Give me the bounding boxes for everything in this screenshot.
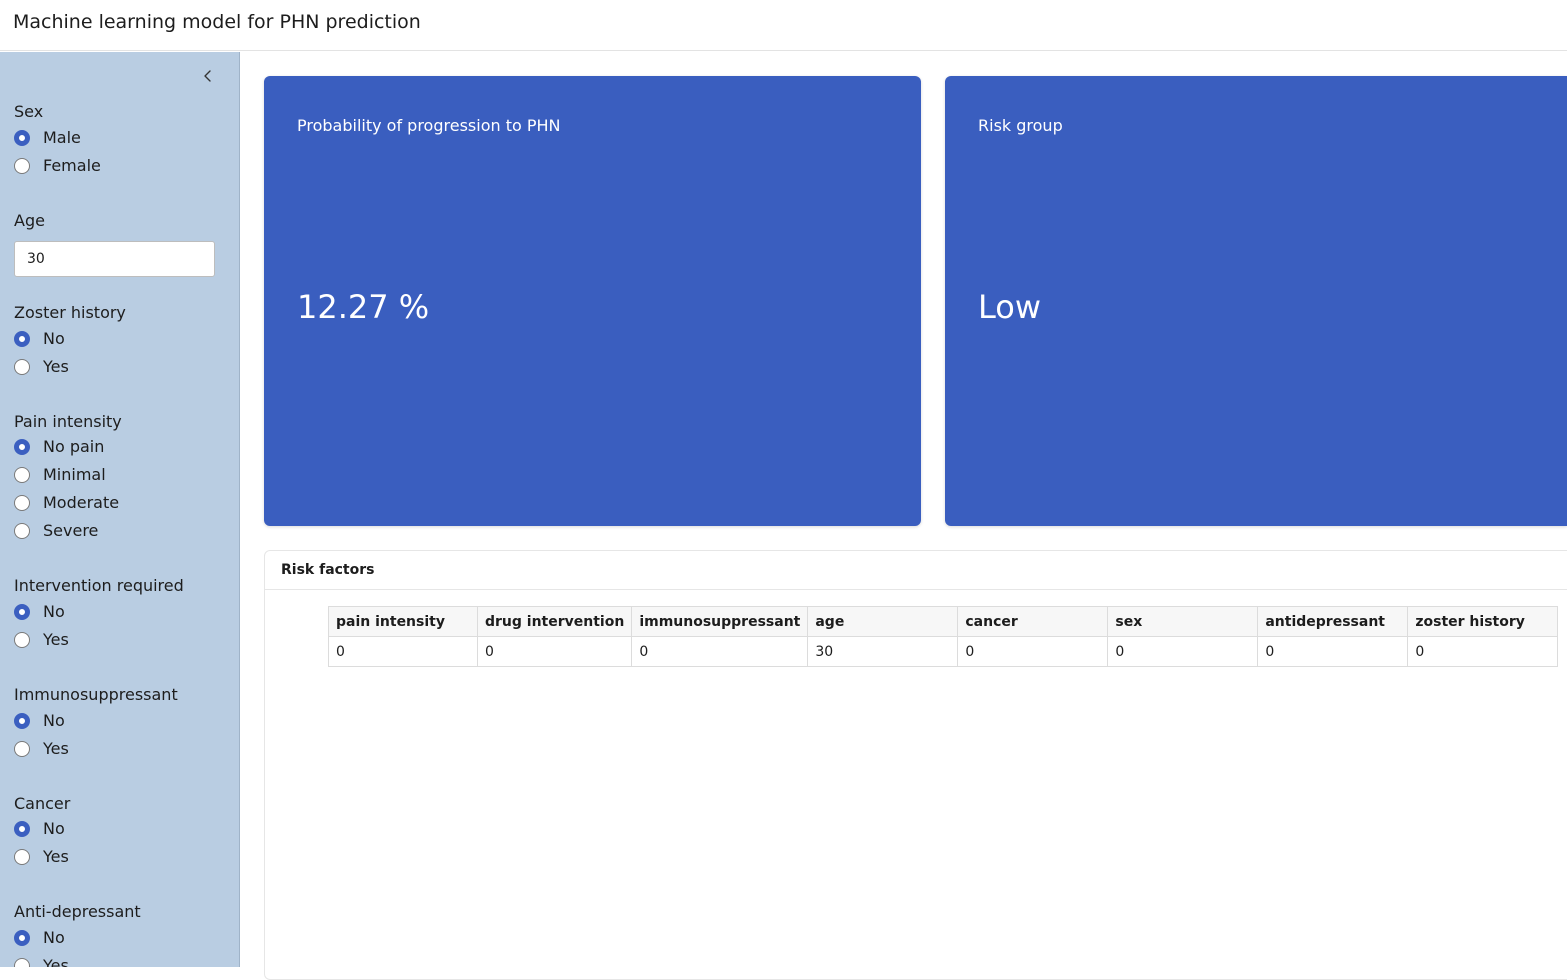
radio-button-checked[interactable]	[14, 439, 30, 455]
immunosuppressant-field: Immunosuppressant No Yes	[14, 685, 224, 764]
radio-label: No	[43, 329, 65, 348]
intervention-required-label: Intervention required	[14, 576, 184, 595]
zoster-history-option-yes[interactable]: Yes	[14, 354, 224, 382]
radio-label: Yes	[43, 847, 69, 866]
probability-value-box: Probability of progression to PHN 12.27 …	[264, 76, 921, 526]
radio-button[interactable]	[14, 958, 30, 967]
column-header: sex	[1107, 606, 1259, 637]
radio-button[interactable]	[14, 523, 30, 539]
pain-intensity-label: Pain intensity	[14, 412, 122, 431]
radio-label: Severe	[43, 521, 99, 540]
age-label: Age	[14, 211, 45, 230]
radio-button-checked[interactable]	[14, 713, 30, 729]
page-title: Machine learning model for PHN predictio…	[13, 11, 421, 33]
radio-label: No	[43, 928, 65, 947]
radio-button[interactable]	[14, 158, 30, 174]
risk-group-value: Low	[978, 288, 1042, 326]
column-header: drug intervention	[476, 606, 633, 637]
radio-button[interactable]	[14, 741, 30, 757]
anti-depressant-field: Anti-depressant No Yes	[14, 902, 224, 967]
column-header: age	[807, 606, 959, 637]
radio-button-checked[interactable]	[14, 930, 30, 946]
radio-button-checked[interactable]	[14, 604, 30, 620]
sex-option-male[interactable]: Male	[14, 125, 224, 153]
table-row: 0 0 0 30 0 0 0 0	[328, 636, 1559, 667]
anti-depressant-option-yes[interactable]: Yes	[14, 953, 224, 967]
value-box-title: Risk group	[978, 116, 1063, 135]
zoster-history-field: Zoster history No Yes	[14, 303, 224, 382]
table-cell: 0	[476, 636, 633, 667]
radio-label: Yes	[43, 630, 69, 649]
immunosuppressant-option-no[interactable]: No	[14, 708, 224, 736]
anti-depressant-label: Anti-depressant	[14, 902, 141, 921]
column-header: zoster history	[1407, 606, 1559, 637]
radio-label: Minimal	[43, 465, 106, 484]
risk-factors-table: pain intensity drug intervention immunos…	[328, 606, 1559, 667]
radio-button[interactable]	[14, 849, 30, 865]
radio-button[interactable]	[14, 632, 30, 648]
cancer-option-yes[interactable]: Yes	[14, 844, 224, 872]
risk-group-value-box: Risk group Low	[945, 76, 1567, 526]
cancer-field: Cancer No Yes	[14, 794, 224, 872]
intervention-required-option-yes[interactable]: Yes	[14, 627, 224, 655]
sex-field: Sex Male Female	[14, 102, 224, 181]
table-cell: 0	[1257, 636, 1409, 667]
table-cell: 0	[957, 636, 1109, 667]
sex-label: Sex	[14, 102, 44, 121]
zoster-history-label: Zoster history	[14, 303, 126, 322]
table-cell: 0	[1107, 636, 1259, 667]
radio-button[interactable]	[14, 495, 30, 511]
age-field: Age	[14, 211, 224, 277]
table-cell: 0	[328, 636, 478, 667]
radio-label: No	[43, 602, 65, 621]
cancer-label: Cancer	[14, 794, 71, 813]
column-header: pain intensity	[328, 606, 478, 637]
radio-label: Yes	[43, 357, 69, 376]
column-header: cancer	[957, 606, 1109, 637]
cancer-option-no[interactable]: No	[14, 816, 224, 844]
value-box-title: Probability of progression to PHN	[297, 116, 561, 135]
sidebar: Sex Male Female Age Zoster history No	[0, 52, 240, 967]
intervention-required-field: Intervention required No Yes	[14, 576, 224, 655]
immunosuppressant-option-yes[interactable]: Yes	[14, 736, 224, 764]
sidebar-collapse-button[interactable]	[198, 66, 218, 86]
card-title: Risk factors	[281, 562, 375, 578]
radio-button-checked[interactable]	[14, 331, 30, 347]
app-header: Machine learning model for PHN predictio…	[0, 0, 1567, 51]
radio-label: Yes	[43, 739, 69, 758]
pain-intensity-option-severe[interactable]: Severe	[14, 518, 224, 546]
radio-label: Female	[43, 156, 101, 175]
table-cell: 30	[807, 636, 959, 667]
table-cell: 0	[631, 636, 809, 667]
column-header: antidepressant	[1257, 606, 1409, 637]
radio-button-checked[interactable]	[14, 130, 30, 146]
pain-intensity-option-no-pain[interactable]: No pain	[14, 434, 224, 462]
age-input[interactable]	[14, 241, 215, 277]
radio-label: No	[43, 819, 65, 838]
radio-label: No pain	[43, 437, 105, 456]
radio-label: Moderate	[43, 493, 120, 512]
chevron-left-icon	[204, 70, 211, 82]
table-header-row: pain intensity drug intervention immunos…	[328, 606, 1559, 637]
intervention-required-option-no[interactable]: No	[14, 599, 224, 627]
pain-intensity-option-minimal[interactable]: Minimal	[14, 462, 224, 490]
radio-button[interactable]	[14, 467, 30, 483]
probability-value: 12.27 %	[297, 288, 430, 326]
pain-intensity-field: Pain intensity No pain Minimal Moderate …	[14, 412, 224, 546]
column-header: immunosuppressant	[631, 606, 809, 637]
card-header: Risk factors	[265, 551, 1567, 590]
radio-label: Male	[43, 128, 81, 147]
radio-label: No	[43, 711, 65, 730]
risk-factors-card: Risk factors pain intensity drug interve…	[264, 550, 1567, 980]
zoster-history-option-no[interactable]: No	[14, 326, 224, 354]
immunosuppressant-label: Immunosuppressant	[14, 685, 178, 704]
radio-button-checked[interactable]	[14, 821, 30, 837]
sex-option-female[interactable]: Female	[14, 153, 224, 181]
radio-button[interactable]	[14, 359, 30, 375]
anti-depressant-option-no[interactable]: No	[14, 925, 224, 953]
radio-label: Yes	[43, 956, 69, 967]
table-cell: 0	[1407, 636, 1559, 667]
pain-intensity-option-moderate[interactable]: Moderate	[14, 490, 224, 518]
